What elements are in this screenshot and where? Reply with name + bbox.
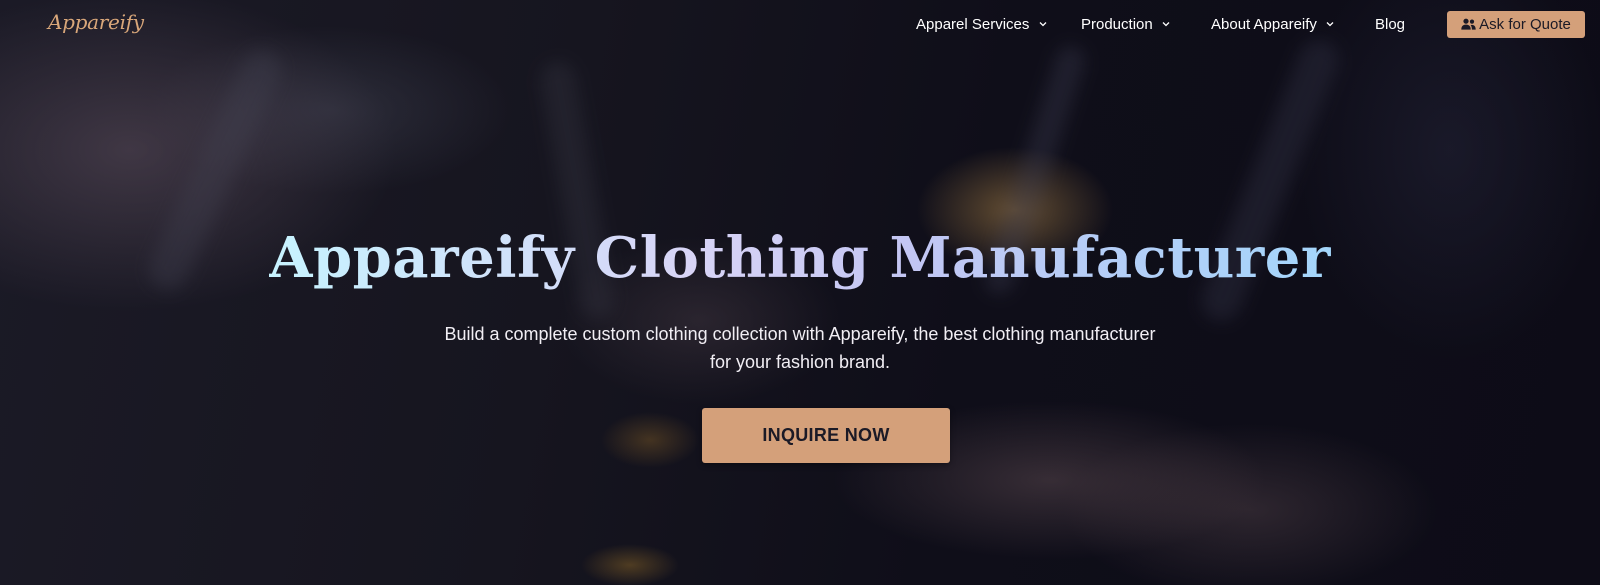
- hero-title: Appareify Clothing Manufacturer: [0, 223, 1600, 293]
- hero-title-text: Appareify Clothing Manufacturer: [269, 225, 1331, 291]
- nav-item-label: Production: [1081, 16, 1153, 33]
- chevron-down-icon: [1326, 22, 1334, 27]
- inquire-now-button[interactable]: INQUIRE NOW: [702, 408, 950, 463]
- nav-item-label: Blog: [1375, 16, 1406, 33]
- nav-item-production[interactable]: Production: [1081, 13, 1170, 37]
- ask-for-quote-label: Ask for Quote: [1479, 16, 1571, 33]
- chevron-down-icon: [1162, 22, 1170, 27]
- hero-section: Appareify Apparel Services Production Ab…: [0, 0, 1600, 585]
- chevron-down-icon: [1039, 22, 1047, 27]
- ask-for-quote-button[interactable]: Ask for Quote: [1447, 11, 1585, 38]
- nav-item-label: Apparel Services: [916, 16, 1030, 33]
- main-navigation: Apparel Services Production About Appare…: [0, 13, 1600, 37]
- nav-item-label: About Appareify: [1211, 16, 1317, 33]
- hero-subtitle: Build a complete custom clothing collect…: [444, 324, 1156, 372]
- nav-item-apparel-services[interactable]: Apparel Services: [916, 13, 1047, 37]
- nav-item-blog[interactable]: Blog: [1375, 13, 1405, 37]
- nav-item-about-appareify[interactable]: About Appareify: [1211, 13, 1334, 37]
- users-icon: [1461, 18, 1476, 30]
